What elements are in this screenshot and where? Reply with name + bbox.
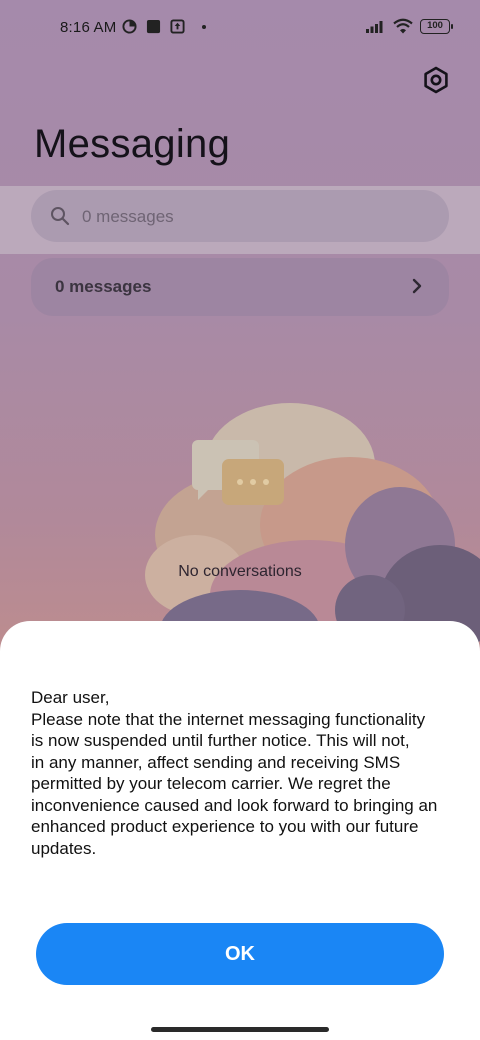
dialog-line: in any manner, affect sending and receiv… bbox=[31, 752, 401, 772]
empty-state-text: No conversations bbox=[178, 563, 302, 580]
home-indicator[interactable] bbox=[151, 1027, 329, 1032]
dialog-line: inconvenience caused and look forward to… bbox=[31, 795, 438, 815]
page-title: Messaging bbox=[34, 122, 231, 166]
more-notifications-dot bbox=[202, 24, 206, 29]
messages-row-label: 0 messages bbox=[55, 277, 152, 296]
dialog-line: Dear user, bbox=[31, 688, 110, 707]
wifi-icon bbox=[393, 18, 413, 34]
status-bar: 8:16 AM 100 bbox=[0, 0, 480, 56]
clouds-chat-bubble-illustration bbox=[145, 403, 480, 645]
signal-icon bbox=[366, 21, 383, 33]
search-icon bbox=[51, 207, 70, 226]
dialog-line: updates. bbox=[31, 838, 97, 858]
search-placeholder: 0 messages bbox=[82, 207, 174, 226]
gear-icon[interactable] bbox=[420, 64, 452, 96]
status-system-icons: 100 bbox=[366, 18, 453, 34]
status-time: 8:16 AM bbox=[60, 19, 117, 36]
upload-notification-icon bbox=[170, 19, 185, 34]
dialog-line: is now suspended until further notice. T… bbox=[31, 731, 410, 750]
data-saver-icon bbox=[122, 19, 137, 34]
dialog-message: Dear user, Please note that the internet… bbox=[31, 687, 461, 859]
battery-icon: 100 bbox=[420, 18, 453, 34]
ok-button[interactable]: OK bbox=[36, 923, 444, 985]
dialog-line: enhanced product experience to you with … bbox=[31, 817, 419, 836]
dialog-line: permitted by your telecom carrier. We re… bbox=[31, 774, 391, 793]
chevron-right-icon bbox=[412, 278, 422, 294]
battery-level: 100 bbox=[427, 19, 443, 31]
square-notification-icon bbox=[146, 19, 161, 34]
status-notification-icons bbox=[122, 19, 206, 34]
dialog-line: Please note that the internet messaging … bbox=[31, 709, 426, 729]
